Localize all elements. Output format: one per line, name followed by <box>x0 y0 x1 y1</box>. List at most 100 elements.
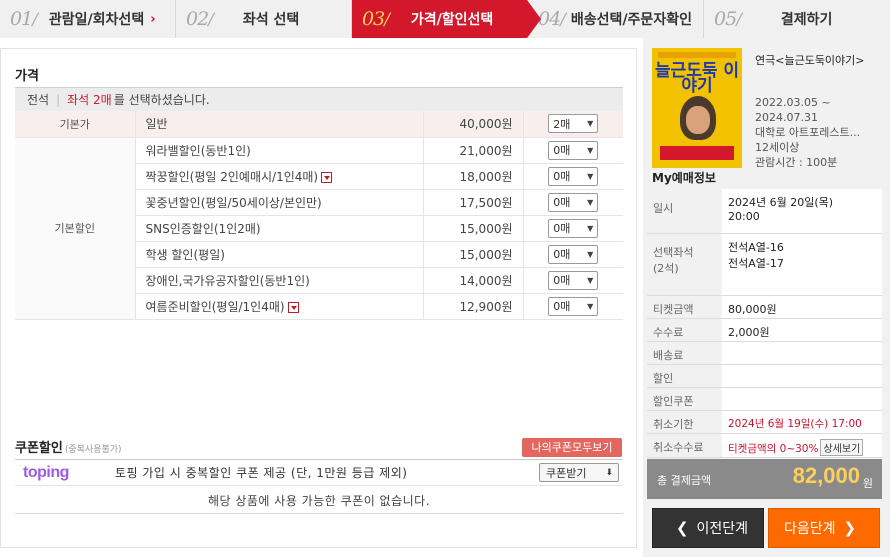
table-row: 취소수수료 티켓금액의 0~30% 상세보기 <box>647 433 882 458</box>
ticket-price: 21,000원 <box>422 137 523 164</box>
seats-label: 선택좌석 (2석) <box>647 233 722 296</box>
datetime-label: 일시 <box>647 189 722 234</box>
divider: | <box>56 92 61 107</box>
qty-cell: 0매 ▼ <box>522 241 623 268</box>
ticket-price: 15,000원 <box>422 215 523 242</box>
coupon-title: 쿠폰할인 (중복사용불가) <box>15 441 122 456</box>
detail-button[interactable]: 상세보기 <box>820 438 864 456</box>
chevron-down-icon: ▼ <box>587 197 594 207</box>
coupon-subtitle: (중복사용불가) <box>64 445 122 455</box>
chevron-down-icon: ▼ <box>587 171 594 181</box>
cancel-fee-label: 취소수수료 <box>647 433 722 458</box>
info-dropdown-icon[interactable] <box>287 301 299 313</box>
chevron-down-icon: ▼ <box>587 223 594 233</box>
show-poster: 늘근도둑 이야기 <box>652 48 742 168</box>
period-end: 2024.07.31 <box>755 111 818 124</box>
chevron-down-icon: ▼ <box>587 275 594 285</box>
ticket-price: 14,000원 <box>422 267 523 294</box>
step-number: 04/ <box>538 8 566 30</box>
download-icon: ⬇ <box>605 467 613 478</box>
info-dropdown-icon[interactable] <box>321 171 333 183</box>
ticket-name: 장애인,국가유공자할인(동반1인) <box>135 267 423 294</box>
my-coupons-button[interactable]: 나의쿠폰모두보기 <box>522 438 622 457</box>
poster-image <box>680 96 716 140</box>
datetime-value: 2024년 6월 20일(목) 20:00 <box>722 189 882 234</box>
table-row: 기본가 일반 40,000원 2매 ▼ <box>15 111 623 138</box>
chevron-down-icon: ▼ <box>587 301 594 311</box>
poster-title: 늘근도둑 이야기 <box>654 61 740 96</box>
seat-count: 좌석 2매 <box>67 93 112 107</box>
step-2[interactable]: 02/ 좌석 선택 <box>176 0 352 38</box>
step-bar: 01/ 관람일/회차선택 › 02/ 좌석 선택 03/ 가격/할인선택 04/… <box>0 0 890 38</box>
table-row: 할인 <box>647 364 882 388</box>
ticket-name: 학생 할인(평일) <box>135 241 423 268</box>
seat-summary: 전석 | 좌석 2매 를 선택하셨습니다. <box>15 87 623 111</box>
step-3[interactable]: 03/ 가격/할인선택 <box>352 0 541 38</box>
chevron-right-icon: ❯ <box>843 519 857 537</box>
cancel-fee-value: 티켓금액의 0~30% 상세보기 <box>722 433 882 458</box>
discount-value <box>722 364 882 388</box>
cancel-deadline-label: 취소기한 <box>647 410 722 434</box>
seat-message: 를 선택하셨습니다. <box>113 93 210 107</box>
ticket-name: 꽃중년할인(평일/50세이상/본인만) <box>135 189 423 216</box>
qty-cell: 0매 ▼ <box>522 293 623 320</box>
step-label: 결제하기 <box>780 12 833 28</box>
step-number: 05/ <box>714 8 742 30</box>
price-title: 가격 <box>15 69 39 84</box>
my-booking-title: My예매정보 <box>652 171 716 185</box>
qty-select[interactable]: 0매 ▼ <box>548 166 599 186</box>
cancel-deadline-value: 2024년 6월 19일(수) 17:00 <box>722 410 882 434</box>
toping-logo: toping <box>23 463 69 481</box>
get-coupon-button[interactable]: 쿠폰받기 ⬇ <box>539 463 619 482</box>
table-row: 선택좌석 (2석) 전석A열-16 전석A열-17 <box>647 233 882 296</box>
qty-select[interactable]: 2매 ▼ <box>548 114 599 134</box>
table-row: 일시 2024년 6월 20일(목) 20:00 <box>647 189 882 234</box>
step-label: 관람일/회차선택 <box>48 12 145 28</box>
step-label: 배송선택/주문자확인 <box>570 12 692 28</box>
next-step-button[interactable]: 다음단계 ❯ <box>768 508 880 548</box>
delivery-value <box>722 341 882 365</box>
qty-select[interactable]: 0매 ▼ <box>548 192 599 212</box>
total-value: 82,000 <box>792 463 860 488</box>
table-row: 취소기한 2024년 6월 19일(수) 17:00 <box>647 410 882 434</box>
delivery-label: 배송료 <box>647 341 722 365</box>
discount-coupon-value <box>722 387 882 411</box>
step-5[interactable]: 05/ 결제하기 <box>704 0 890 38</box>
table-row: 할인쿠폰 <box>647 387 882 411</box>
list-item: toping 토핑 가입 시 중복할인 쿠폰 제공 (단, 1만원 등급 제외)… <box>15 460 623 486</box>
chevron-right-icon: › <box>150 11 156 27</box>
ticket-name: 여름준비할인(평일/1인4매) <box>135 293 423 320</box>
qty-cell: 0매 ▼ <box>522 215 623 242</box>
qty-cell: 0매 ▼ <box>522 137 623 164</box>
price-panel: 가격 전석 | 좌석 2매 를 선택하셨습니다. 기본가 일반 40,000원 … <box>0 48 637 548</box>
total-label: 총 결제금액 <box>657 474 712 487</box>
qty-select[interactable]: 0매 ▼ <box>548 296 599 316</box>
table-row: 수수료 2,000원 <box>647 318 882 342</box>
step-label: 좌석 선택 <box>242 12 300 28</box>
ticket-amount-label: 티켓금액 <box>647 295 722 319</box>
ticket-price: 12,900원 <box>422 293 523 320</box>
chevron-down-icon: ▼ <box>587 145 594 155</box>
runtime: 관람시간 : 100분 <box>755 156 838 169</box>
qty-cell: 0매 ▼ <box>522 189 623 216</box>
show-info: 2022.03.05 ~ 2024.07.31 대학로 아트포레스트... 12… <box>755 95 860 170</box>
discount-coupon-label: 할인쿠폰 <box>647 387 722 411</box>
step-4[interactable]: 04/ 배송선택/주문자확인 <box>528 0 704 38</box>
prev-step-button[interactable]: ❮ 이전단계 <box>652 508 764 548</box>
step-number: 02/ <box>186 8 214 30</box>
table-row: 기본할인 워라밸할인(동반1인) 21,000원 0매 ▼ <box>15 137 623 320</box>
ticket-name: SNS인증할인(1인2매) <box>135 215 423 242</box>
table-row: 배송료 <box>647 341 882 365</box>
qty-cell: 2매 ▼ <box>522 111 623 138</box>
qty-cell: 0매 ▼ <box>522 267 623 294</box>
qty-select[interactable]: 0매 ▼ <box>548 244 599 264</box>
qty-select[interactable]: 0매 ▼ <box>548 140 599 160</box>
ticket-price: 17,500원 <box>422 189 523 216</box>
seat-grade: 전석 <box>27 93 50 107</box>
fee-label: 수수료 <box>647 318 722 342</box>
qty-select[interactable]: 0매 ▼ <box>548 270 599 290</box>
step-number: 01/ <box>10 8 38 30</box>
step-1[interactable]: 01/ 관람일/회차선택 › <box>0 0 176 38</box>
qty-select[interactable]: 0매 ▼ <box>548 218 599 238</box>
discount-label: 할인 <box>647 364 722 388</box>
